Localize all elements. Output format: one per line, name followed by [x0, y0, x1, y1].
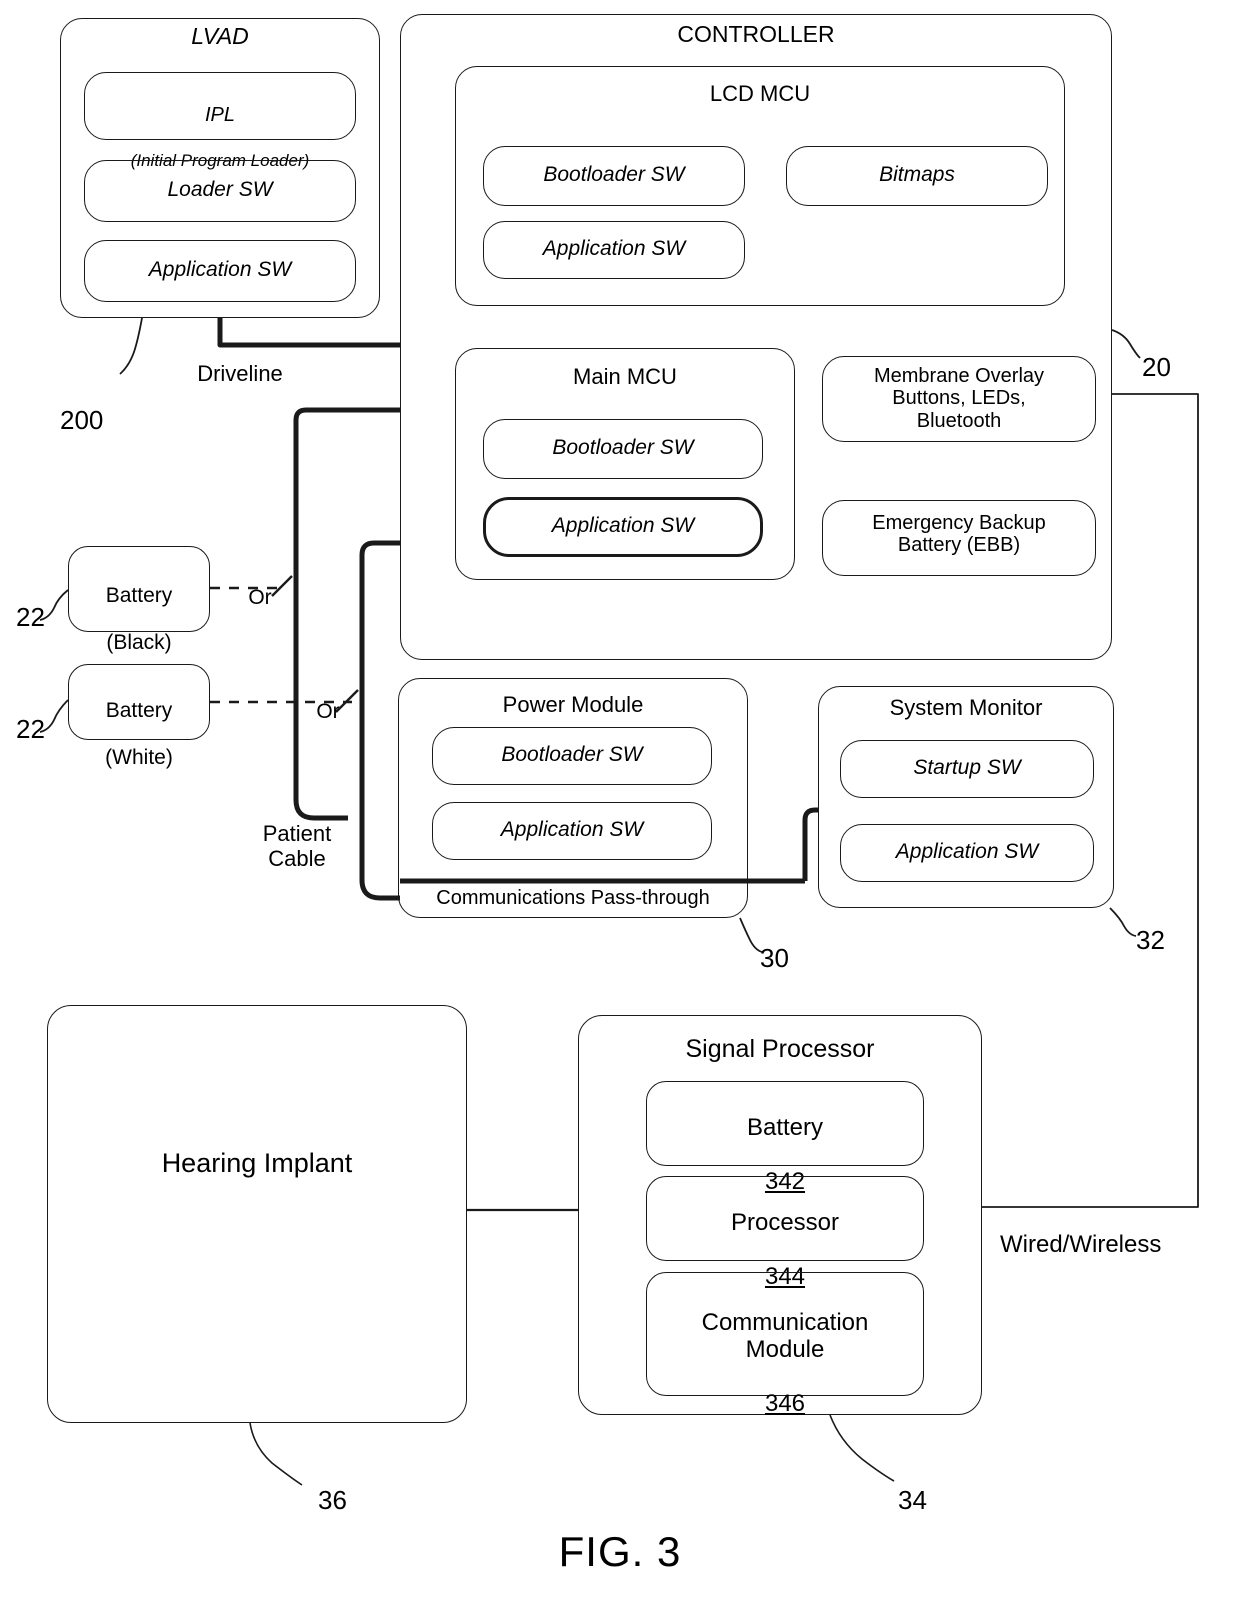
sp-processor-name: Processor — [730, 1208, 840, 1236]
controller-ref-20: 20 — [1142, 352, 1171, 382]
controller-title: CONTROLLER — [677, 21, 835, 47]
patient-cable-wire-white-lower — [359, 702, 400, 901]
main-mcu-title: Main MCU — [573, 364, 677, 389]
driveline-wire — [217, 318, 400, 348]
battery-white-or-label: Or — [316, 700, 340, 723]
pass-through-to-system-monitor — [802, 807, 818, 881]
communications-pass-through-label: Communications Pass-through — [436, 887, 710, 909]
signal-processor-title: Signal Processor — [685, 1035, 875, 1063]
lcd-application-label: Application SW — [542, 237, 686, 260]
system-startup-label: Startup SW — [913, 756, 1021, 779]
leader-34 — [829, 1414, 895, 1482]
battery-black-line2: (Black) — [106, 630, 172, 654]
sp-communication-module-label: Communication Module 346 — [646, 1283, 924, 1417]
lvad-ipl-line1: IPL — [204, 104, 236, 127]
lvad-application-label: Application SW — [148, 258, 292, 281]
battery-black-label: Battery (Black) — [68, 560, 210, 654]
main-bootloader-label: Bootloader SW — [552, 436, 694, 459]
lcd-mcu-title: LCD MCU — [709, 81, 811, 106]
power-module-ref-30: 30 — [760, 943, 789, 973]
figure-canvas: LVAD IPL (Initial Program Loader) Loader… — [0, 0, 1240, 1609]
power-application-label: Application SW — [500, 818, 644, 841]
leader-36 — [249, 1422, 303, 1486]
membrane-overlay-label: Membrane Overlay Buttons, LEDs, Bluetoot… — [873, 365, 1045, 432]
battery-white-line1: Battery — [105, 698, 173, 722]
figure-caption: FIG. 3 — [558, 1528, 682, 1575]
battery-black-line1: Battery — [105, 583, 173, 607]
battery-white-ref-22: 22 — [16, 714, 45, 744]
power-module-title: Power Module — [502, 692, 644, 717]
wired-wireless-label: Wired/Wireless — [1000, 1231, 1162, 1258]
system-monitor-title: System Monitor — [889, 695, 1043, 720]
patient-cable-label: Patient Cable — [262, 821, 332, 871]
hearing-implant-ref-36: 36 — [318, 1485, 347, 1515]
patient-cable-wire-black — [293, 407, 400, 588]
lvad-ref-200: 200 — [60, 405, 104, 435]
hearing-implant-box — [47, 1005, 467, 1423]
leader-20 — [1111, 329, 1141, 359]
hearing-implant-label: Hearing Implant — [161, 1148, 353, 1178]
signal-processor-ref-34: 34 — [898, 1485, 927, 1515]
system-application-label: Application SW — [895, 840, 1039, 863]
leader-30 — [739, 917, 763, 953]
sp-communication-name: Communication Module — [701, 1308, 869, 1363]
sp-communication-num: 346 — [764, 1389, 806, 1417]
lvad-loader-label: Loader SW — [167, 178, 273, 201]
driveline-label: Driveline — [197, 361, 283, 386]
battery-white-label: Battery (White) — [68, 675, 210, 769]
lvad-ipl-label: IPL (Initial Program Loader) — [84, 82, 356, 172]
lcd-bitmaps-label: Bitmaps — [879, 163, 955, 186]
lcd-bootloader-label: Bootloader SW — [543, 163, 685, 186]
lvad-title: LVAD — [191, 23, 249, 49]
battery-black-or-label: Or — [248, 586, 272, 609]
battery-black-ref-22: 22 — [16, 602, 45, 632]
main-application-label: Application SW — [551, 514, 695, 537]
battery-white-line2: (White) — [105, 745, 173, 769]
patient-cable-wire-white — [359, 540, 400, 702]
leader-32 — [1109, 907, 1137, 937]
emergency-backup-label: Emergency Backup Battery (EBB) — [872, 512, 1046, 557]
system-monitor-ref-32: 32 — [1136, 925, 1165, 955]
power-bootloader-label: Bootloader SW — [501, 743, 643, 766]
sp-battery-name: Battery — [746, 1113, 824, 1141]
